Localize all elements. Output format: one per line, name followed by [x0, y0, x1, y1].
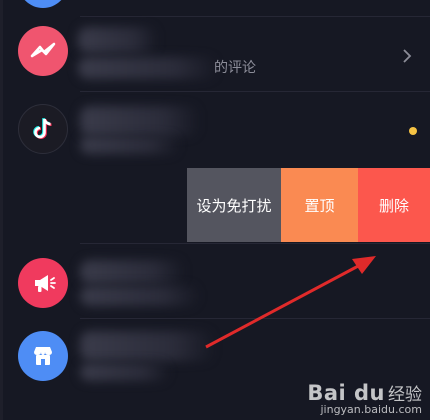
annotation-arrow [205, 256, 376, 349]
watermark-logo: Bai du [307, 381, 385, 405]
watermark-url: jingyan.baidu.com [320, 403, 422, 416]
watermark: Bai du 经验 jingyan.baidu.com [307, 380, 422, 416]
watermark-chinese: 经验 [388, 385, 422, 405]
